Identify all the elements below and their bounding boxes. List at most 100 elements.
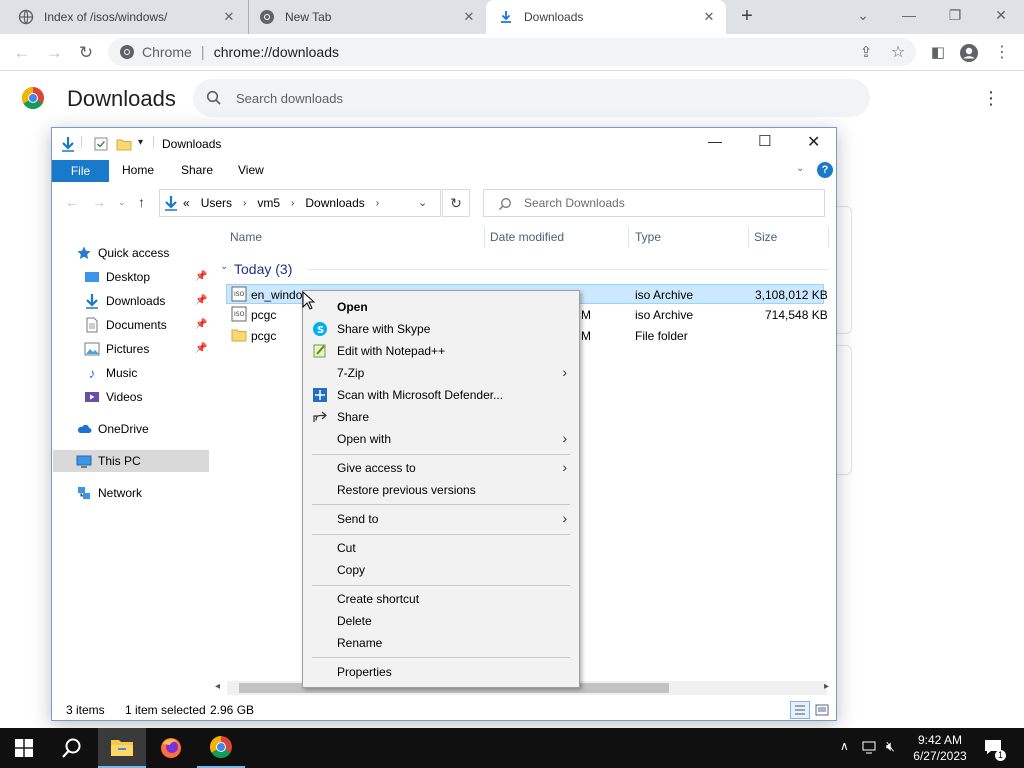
volume-muted-icon[interactable]: 🔇︎ bbox=[886, 738, 895, 755]
menu-item-create-shortcut[interactable]: Create shortcut bbox=[303, 588, 579, 610]
pin-icon[interactable]: 📌 bbox=[195, 343, 207, 354]
new-tab-button[interactable]: + bbox=[734, 5, 760, 29]
pin-icon[interactable]: 📌 bbox=[195, 295, 207, 306]
close-window-button[interactable]: ✕ bbox=[978, 0, 1024, 32]
pin-icon[interactable]: 📌 bbox=[195, 319, 207, 330]
pin-icon[interactable]: 📌 bbox=[195, 271, 207, 282]
breadcrumb-downloads[interactable]: Downloads bbox=[305, 196, 364, 210]
close-button[interactable]: ✕ bbox=[807, 132, 820, 152]
ribbon-tab-file[interactable]: File bbox=[52, 160, 109, 182]
breadcrumb-overflow[interactable]: « bbox=[183, 196, 190, 210]
column-size[interactable]: Size bbox=[754, 230, 777, 244]
address-bar[interactable]: « Users › vm5 › Downloads › ⌄ bbox=[159, 189, 441, 217]
menu-item-delete[interactable]: Delete bbox=[303, 610, 579, 632]
nav-quick-access[interactable]: Quick access bbox=[76, 242, 169, 264]
expand-ribbon-icon[interactable]: ⌄ bbox=[796, 163, 804, 174]
network-status-icon[interactable] bbox=[862, 739, 878, 758]
page-menu-icon[interactable]: ⋮ bbox=[982, 88, 1000, 109]
start-button[interactable] bbox=[0, 728, 48, 768]
restore-button[interactable]: ❐ bbox=[932, 0, 978, 32]
refresh-button[interactable]: ↻ bbox=[442, 189, 470, 217]
nav-desktop[interactable]: Desktop bbox=[84, 266, 150, 288]
tab-index-isos[interactable]: Index of /isos/windows/ ✕ bbox=[8, 0, 246, 34]
menu-item-copy[interactable]: Copy bbox=[303, 559, 579, 581]
menu-item-share[interactable]: Share bbox=[303, 406, 579, 428]
menu-item-edit-notepad[interactable]: Edit with Notepad++ bbox=[303, 340, 579, 362]
details-view-button[interactable] bbox=[790, 701, 810, 719]
share-icon[interactable]: ⇪ bbox=[853, 40, 879, 66]
close-tab-icon[interactable]: ✕ bbox=[220, 8, 238, 26]
collapse-group-icon[interactable]: ⌄ bbox=[220, 261, 228, 272]
quick-access-dropdown-icon[interactable]: ▾ bbox=[138, 137, 143, 148]
nav-pictures[interactable]: Pictures bbox=[84, 338, 149, 360]
menu-item-send-to[interactable]: Send to › bbox=[303, 508, 579, 530]
forward-button[interactable]: → bbox=[41, 40, 67, 66]
properties-check-icon[interactable] bbox=[94, 137, 108, 154]
close-tab-icon[interactable]: ✕ bbox=[460, 8, 478, 26]
menu-item-7zip[interactable]: 7-Zip › bbox=[303, 362, 579, 384]
column-date-modified[interactable]: Date modified bbox=[490, 230, 564, 244]
file-name: pcgc bbox=[251, 329, 277, 343]
address-dropdown-icon[interactable]: ⌄ bbox=[418, 196, 427, 209]
nav-music[interactable]: ♪ Music bbox=[84, 362, 138, 384]
back-button[interactable]: ← bbox=[65, 194, 79, 210]
ribbon-tab-share[interactable]: Share bbox=[181, 163, 213, 177]
nav-documents[interactable]: Documents bbox=[84, 314, 167, 336]
minimize-button[interactable]: — bbox=[708, 133, 722, 149]
nav-onedrive[interactable]: OneDrive bbox=[76, 418, 149, 440]
nav-this-pc[interactable]: This PC bbox=[76, 450, 141, 472]
iso-file-icon: ISO bbox=[231, 306, 247, 325]
close-tab-icon[interactable]: ✕ bbox=[700, 8, 718, 26]
menu-item-cut[interactable]: Cut bbox=[303, 537, 579, 559]
side-panel-icon[interactable]: ◧ bbox=[925, 40, 951, 66]
menu-item-properties[interactable]: Properties bbox=[303, 661, 579, 683]
column-type[interactable]: Type bbox=[635, 230, 661, 244]
downloads-search-input[interactable]: Search downloads bbox=[193, 79, 870, 117]
breadcrumb-users[interactable]: Users bbox=[201, 196, 232, 210]
chevron-right-icon[interactable]: › bbox=[291, 198, 294, 209]
reload-button[interactable]: ↻ bbox=[73, 40, 99, 66]
back-button[interactable]: ← bbox=[9, 40, 35, 66]
nav-downloads[interactable]: Downloads bbox=[84, 290, 165, 312]
chevron-right-icon[interactable]: › bbox=[243, 198, 246, 209]
scroll-left-icon[interactable]: ◂ bbox=[215, 681, 220, 692]
maximize-button[interactable]: ☐ bbox=[758, 132, 771, 150]
tab-downloads[interactable]: Downloads ✕ bbox=[486, 0, 726, 34]
taskbar-clock[interactable]: 9:42 AM 6/27/2023 bbox=[908, 732, 972, 764]
nav-network[interactable]: Network bbox=[76, 482, 142, 504]
taskbar-search-button[interactable] bbox=[48, 728, 96, 768]
show-hidden-icons[interactable]: ∧ bbox=[840, 739, 849, 753]
profile-avatar[interactable] bbox=[956, 40, 982, 66]
minimize-button[interactable]: — bbox=[886, 0, 932, 32]
ribbon-tab-home[interactable]: Home bbox=[122, 163, 154, 177]
help-icon[interactable]: ? bbox=[817, 162, 833, 178]
menu-item-share-skype[interactable]: S Share with Skype bbox=[303, 318, 579, 340]
menu-icon[interactable]: ⋮ bbox=[989, 40, 1015, 66]
taskbar-file-explorer[interactable] bbox=[98, 728, 146, 768]
nav-videos[interactable]: Videos bbox=[84, 386, 142, 408]
new-folder-icon[interactable] bbox=[116, 136, 132, 155]
taskbar-chrome[interactable] bbox=[197, 728, 245, 768]
breadcrumb-vm5[interactable]: vm5 bbox=[257, 196, 280, 210]
taskbar-firefox[interactable] bbox=[147, 728, 195, 768]
bookmark-star-icon[interactable]: ☆ bbox=[885, 40, 911, 66]
ribbon-tab-view[interactable]: View bbox=[238, 163, 264, 177]
group-header[interactable]: Today (3) bbox=[234, 261, 292, 277]
forward-button[interactable]: → bbox=[92, 194, 106, 210]
menu-item-rename[interactable]: Rename bbox=[303, 632, 579, 654]
menu-item-restore-versions[interactable]: Restore previous versions bbox=[303, 479, 579, 501]
menu-item-scan-defender[interactable]: Scan with Microsoft Defender... bbox=[303, 384, 579, 406]
menu-item-open[interactable]: Open bbox=[303, 296, 579, 318]
scroll-right-icon[interactable]: ▸ bbox=[824, 681, 829, 692]
chevron-right-icon[interactable]: › bbox=[376, 198, 379, 209]
up-button[interactable]: ↑ bbox=[138, 194, 145, 210]
menu-item-give-access[interactable]: Give access to › bbox=[303, 457, 579, 479]
address-bar[interactable]: Chrome | chrome://downloads bbox=[108, 38, 916, 66]
column-name[interactable]: Name bbox=[230, 230, 262, 244]
tab-search-icon[interactable]: ⌄ bbox=[840, 0, 886, 32]
recent-locations-icon[interactable]: ⌄ bbox=[118, 197, 126, 208]
explorer-search-input[interactable]: Search Downloads bbox=[483, 189, 825, 217]
menu-item-open-with[interactable]: Open with › bbox=[303, 428, 579, 450]
tab-new-tab[interactable]: New Tab ✕ bbox=[248, 0, 486, 34]
large-icons-view-button[interactable] bbox=[814, 703, 830, 720]
